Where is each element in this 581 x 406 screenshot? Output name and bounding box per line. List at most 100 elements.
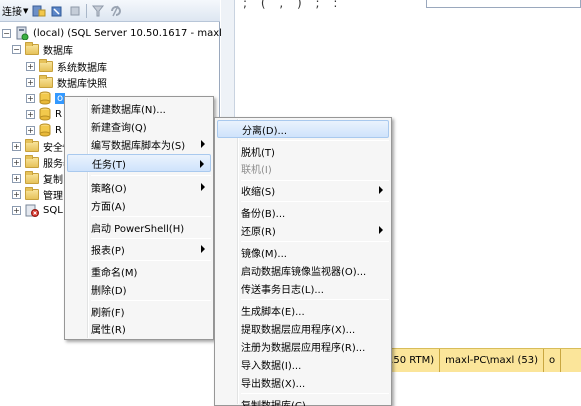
menu-separator bbox=[241, 299, 389, 300]
menu-item-restore[interactable]: 还原(R) bbox=[217, 221, 389, 239]
menu-item-label: 导入数据(I)... bbox=[241, 360, 302, 372]
menu-item-copy-database[interactable]: 复制数据库(C)... bbox=[217, 395, 389, 406]
expand-icon[interactable]: + bbox=[26, 125, 35, 135]
collapse-icon[interactable]: − bbox=[12, 44, 21, 54]
menu-item-export-data[interactable]: 导出数据(X)... bbox=[217, 373, 389, 391]
expand-icon[interactable]: + bbox=[12, 189, 21, 199]
tree-node-system-databases[interactable]: + 系统数据库 bbox=[26, 58, 107, 74]
menu-item-label: 复制数据库(C)... bbox=[241, 400, 316, 406]
menu-item-facets[interactable]: 方面(A) bbox=[67, 196, 211, 214]
menu-separator bbox=[91, 175, 211, 176]
system-databases-label: 系统数据库 bbox=[57, 62, 107, 74]
snapshots-label: 数据库快照 bbox=[57, 78, 107, 90]
database-2-label: R bbox=[55, 108, 62, 120]
menu-item-properties[interactable]: 属性(R) bbox=[67, 319, 211, 337]
menu-item-refresh[interactable]: 刷新(F) bbox=[67, 302, 211, 320]
menu-item-new-database[interactable]: 新建数据库(N)... bbox=[67, 99, 211, 117]
menu-item-take-offline[interactable]: 脱机(T) bbox=[217, 142, 389, 160]
menu-item-label: 收缩(S) bbox=[241, 186, 276, 198]
connect-server-icon[interactable] bbox=[32, 4, 46, 18]
folder-icon bbox=[39, 74, 53, 88]
menu-item-extract-data-tier[interactable]: 提取数据层应用程序(X)... bbox=[217, 319, 389, 337]
folder-icon bbox=[25, 154, 39, 168]
menu-item-mirroring-monitor[interactable]: 启动数据库镜像监视器(O)... bbox=[217, 261, 389, 279]
menu-item-new-query[interactable]: 新建查询(Q) bbox=[67, 117, 211, 135]
editor-header-box bbox=[426, 0, 581, 8]
tree-node-server[interactable]: − (local) (SQL Server 10.50.1617 - maxl-… bbox=[2, 25, 242, 41]
expand-icon[interactable]: + bbox=[26, 93, 35, 103]
menu-item-tasks[interactable]: 任务(T) bbox=[67, 154, 211, 172]
menu-item-label: 联机(I) bbox=[241, 164, 272, 176]
menu-item-label: 分离(D)... bbox=[242, 125, 288, 137]
menu-item-label: 镜像(M)... bbox=[241, 248, 287, 260]
menu-item-register-data-tier[interactable]: 注册为数据层应用程序(R)... bbox=[217, 337, 389, 355]
menu-item-policies[interactable]: 策略(O) bbox=[67, 178, 211, 196]
menu-item-label: 提取数据层应用程序(X)... bbox=[241, 324, 356, 336]
expand-icon[interactable]: + bbox=[12, 173, 21, 183]
menu-item-rename[interactable]: 重命名(M) bbox=[67, 262, 211, 280]
menu-item-label: 策略(O) bbox=[91, 183, 127, 195]
sql-agent-label: SQL bbox=[43, 204, 63, 216]
menu-item-label: 新建查询(Q) bbox=[91, 122, 147, 134]
tree-node-database-3[interactable]: + R bbox=[26, 122, 62, 138]
connect-button[interactable]: 连接 ▼ bbox=[2, 3, 29, 19]
databases-label: 数据库 bbox=[43, 45, 73, 57]
folder-icon bbox=[25, 170, 39, 184]
database-icon bbox=[39, 107, 51, 121]
menu-item-label: 新建数据库(N)... bbox=[91, 104, 166, 116]
submenu-arrow-icon bbox=[201, 140, 205, 148]
expand-icon[interactable]: + bbox=[26, 77, 35, 87]
submenu-arrow-icon bbox=[379, 186, 383, 194]
expand-icon[interactable]: + bbox=[26, 109, 35, 119]
expand-icon[interactable]: + bbox=[12, 141, 21, 151]
menu-separator bbox=[241, 241, 389, 242]
expand-icon[interactable]: + bbox=[26, 61, 35, 71]
menu-item-detach[interactable]: 分离(D)... bbox=[217, 120, 389, 138]
folder-icon bbox=[39, 58, 53, 72]
menu-separator bbox=[91, 216, 211, 217]
menu-item-shrink[interactable]: 收缩(S) bbox=[217, 181, 389, 199]
tree-node-database-selected[interactable]: + o bbox=[26, 90, 66, 106]
menu-item-ship-transaction-logs[interactable]: 传送事务日志(L)... bbox=[217, 279, 389, 297]
menu-item-label: 注册为数据层应用程序(R)... bbox=[241, 342, 366, 354]
folder-icon bbox=[25, 41, 39, 55]
menu-item-label: 还原(R) bbox=[241, 226, 276, 238]
collapse-icon[interactable]: − bbox=[2, 28, 11, 38]
menu-item-backup[interactable]: 备份(B)... bbox=[217, 203, 389, 221]
disconnect-icon[interactable] bbox=[50, 4, 64, 18]
server-label: (local) (SQL Server 10.50.1617 - maxl-PC… bbox=[33, 27, 242, 39]
menu-item-label: 导出数据(X)... bbox=[241, 378, 306, 390]
tree-node-snapshots[interactable]: + 数据库快照 bbox=[26, 74, 107, 90]
editor-text: ; ( , ) ; : bbox=[243, 0, 343, 10]
tree-node-management[interactable]: + 管理 bbox=[12, 186, 63, 202]
menu-item-delete[interactable]: 删除(D) bbox=[67, 280, 211, 298]
menu-item-mirror[interactable]: 镜像(M)... bbox=[217, 243, 389, 261]
menu-item-label: 重命名(M) bbox=[91, 267, 138, 279]
expand-icon[interactable]: + bbox=[12, 157, 21, 167]
menu-separator bbox=[241, 393, 389, 394]
refresh-icon[interactable] bbox=[109, 4, 123, 18]
database-icon bbox=[39, 91, 51, 105]
menu-item-generate-scripts[interactable]: 生成脚本(E)... bbox=[217, 301, 389, 319]
expand-icon[interactable]: + bbox=[12, 205, 21, 215]
menu-item-import-data[interactable]: 导入数据(I)... bbox=[217, 355, 389, 373]
database-context-menu: 新建数据库(N)... 新建查询(Q) 编写数据库脚本为(S) 任务(T) 策略… bbox=[64, 96, 214, 340]
menu-item-label: 启动 PowerShell(H) bbox=[91, 223, 185, 235]
tree-node-sql-agent[interactable]: + SQL bbox=[12, 202, 63, 218]
menu-item-label: 删除(D) bbox=[91, 285, 127, 297]
tree-node-replication[interactable]: + 复制 bbox=[12, 170, 63, 186]
chevron-down-icon: ▼ bbox=[23, 6, 29, 15]
tree-node-databases[interactable]: − 数据库 bbox=[12, 41, 73, 57]
tasks-submenu: 分离(D)... 脱机(T) 联机(I) 收缩(S) 备份(B)... 还原(R… bbox=[214, 117, 392, 406]
menu-item-reports[interactable]: 报表(P) bbox=[67, 240, 211, 258]
connect-label: 连接 bbox=[2, 7, 22, 18]
stop-icon[interactable] bbox=[68, 4, 82, 18]
menu-item-bring-online: 联机(I) bbox=[217, 159, 389, 177]
menu-item-script-database[interactable]: 编写数据库脚本为(S) bbox=[67, 135, 211, 153]
menu-item-start-powershell[interactable]: 启动 PowerShell(H) bbox=[67, 218, 211, 236]
submenu-arrow-icon bbox=[201, 245, 205, 253]
folder-icon bbox=[25, 138, 39, 152]
filter-icon[interactable] bbox=[91, 4, 105, 18]
tree-node-database-2[interactable]: + R bbox=[26, 106, 62, 122]
menu-separator bbox=[241, 201, 389, 202]
